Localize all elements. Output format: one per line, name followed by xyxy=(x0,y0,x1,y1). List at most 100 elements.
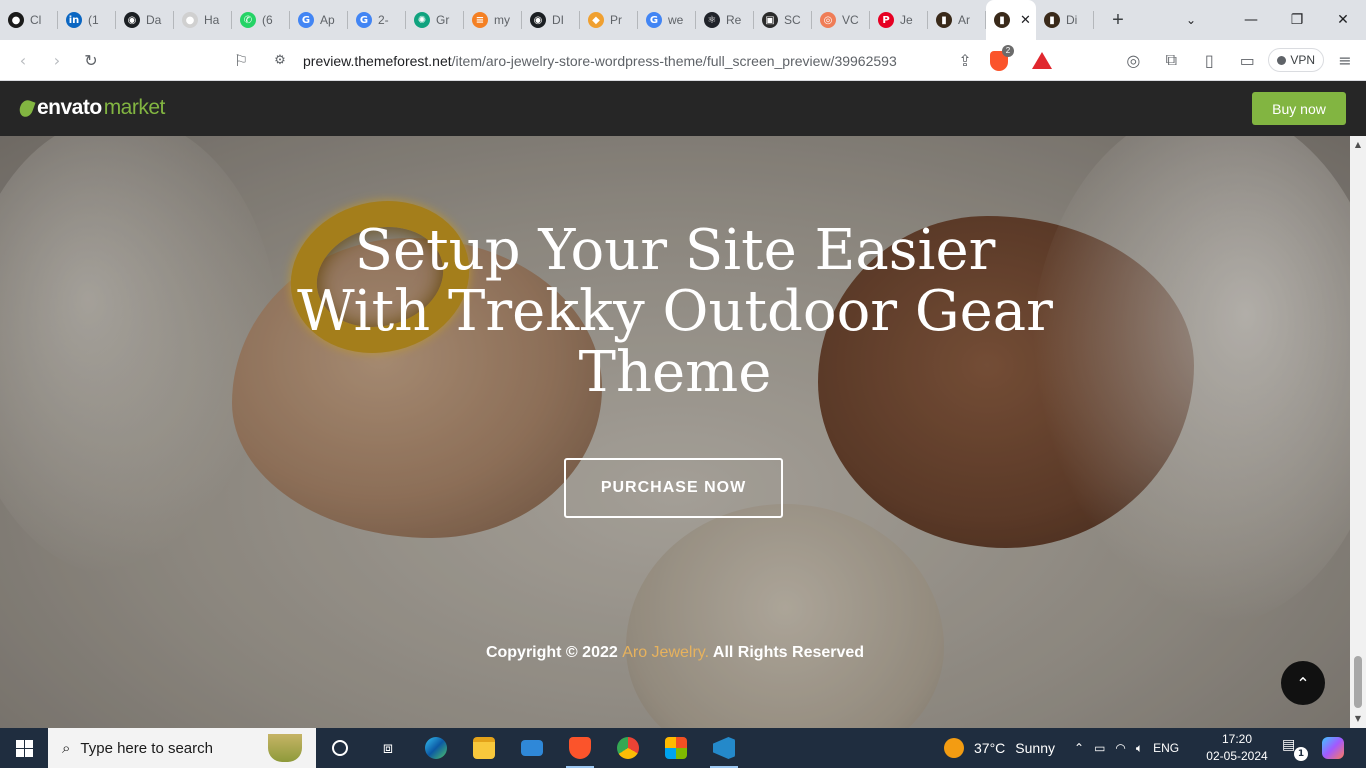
cortana-button[interactable] xyxy=(316,728,364,768)
browser-tab[interactable]: ✺ Gr xyxy=(406,0,464,40)
themeforest-icon: ▮ xyxy=(936,12,952,28)
address-bar[interactable]: ⚙ preview.themeforest.net/item/aro-jewel… xyxy=(265,44,1060,78)
browser-tab[interactable]: ≡ my xyxy=(464,0,522,40)
task-view-button[interactable]: ⧈ xyxy=(364,728,412,768)
url-text[interactable]: preview.themeforest.net/item/aro-jewelry… xyxy=(303,53,897,69)
scroll-to-top-button[interactable]: ⌃ xyxy=(1281,661,1325,705)
scroll-down-arrow-icon[interactable]: ▼ xyxy=(1350,712,1366,726)
scroll-up-arrow-icon[interactable]: ▲ xyxy=(1350,138,1366,152)
copyright-text: Copyright © 2022 Aro Jewelry. All Rights… xyxy=(0,644,1350,662)
tab-search-chevron-icon[interactable]: ⌄ xyxy=(1168,0,1214,40)
browser-tab[interactable]: ◉ Da xyxy=(116,0,174,40)
store-taskbar-button[interactable] xyxy=(652,728,700,768)
headline-line-2: With Trekky Outdoor Gear xyxy=(297,279,1053,344)
tray-chevron-up-icon[interactable]: ⌃ xyxy=(1074,741,1084,755)
upwork-icon: ● xyxy=(8,12,24,28)
tab-title: DI xyxy=(552,13,564,27)
browser-tab[interactable]: ▮ Di xyxy=(1036,0,1094,40)
system-tray: ⌃ ▭ ◠ 🔈︎ ENG xyxy=(1074,728,1179,768)
leo-ai-icon[interactable]: ◎ xyxy=(1116,43,1150,77)
tab-title: Ap xyxy=(320,13,335,27)
battery-icon[interactable]: ▭ xyxy=(1094,741,1105,755)
vpn-button[interactable]: VPN xyxy=(1268,48,1324,72)
site-settings-icon[interactable]: ⚙ xyxy=(265,53,295,68)
browser-tab[interactable]: G 2- xyxy=(348,0,406,40)
tab-title: VC xyxy=(842,13,859,27)
page-scrollbar[interactable]: ▲ ▼ xyxy=(1350,136,1366,728)
chrome-taskbar-button[interactable] xyxy=(604,728,652,768)
scrollbar-thumb[interactable] xyxy=(1354,656,1362,708)
store-icon xyxy=(665,737,687,759)
url-path: /item/aro-jewelry-store-wordpress-theme/… xyxy=(451,52,897,69)
browser-tab[interactable]: P Je xyxy=(870,0,928,40)
chatgpt-icon: ✺ xyxy=(414,12,430,28)
hero-section: Setup Your Site Easier With Trekky Outdo… xyxy=(0,136,1350,728)
notifications-button[interactable]: ▤ 1 xyxy=(1282,737,1308,761)
browser-tab[interactable]: ▮ ✕ xyxy=(986,0,1036,40)
tab-title: Ha xyxy=(204,13,220,27)
edge-icon xyxy=(425,737,447,759)
browser-tab[interactable]: ● Cl xyxy=(0,0,58,40)
tab-title: (1 xyxy=(88,13,99,27)
headline-line-3: Theme xyxy=(578,340,772,405)
browser-tab[interactable]: in (1 xyxy=(58,0,116,40)
browser-tab[interactable]: ● Ha xyxy=(174,0,232,40)
language-indicator[interactable]: ENG xyxy=(1153,741,1179,755)
volume-icon[interactable]: 🔈︎ xyxy=(1136,741,1143,756)
browser-tab[interactable]: ▣ SC xyxy=(754,0,812,40)
wifi-icon[interactable]: ◠ xyxy=(1115,741,1125,755)
screen-icon: ▣ xyxy=(762,12,778,28)
back-arrow-icon[interactable]: ‹ xyxy=(6,43,40,77)
purchase-now-button[interactable]: PURCHASE NOW xyxy=(564,458,783,518)
themeforest-icon: ▮ xyxy=(994,12,1010,28)
extensions-icon[interactable]: ⧉ xyxy=(1154,43,1188,77)
close-tab-icon[interactable]: ✕ xyxy=(1020,12,1031,28)
brave-rewards-icon[interactable] xyxy=(1032,52,1052,69)
window-controls: ⌄ — ❐ ✕ xyxy=(1168,0,1366,40)
chrome-icon xyxy=(617,737,639,759)
browser-tab[interactable]: ▮ Ar xyxy=(928,0,986,40)
brave-taskbar-button[interactable] xyxy=(556,728,604,768)
browser-tab[interactable]: Gwe xyxy=(638,0,696,40)
file-explorer-taskbar-button[interactable] xyxy=(460,728,508,768)
new-tab-button[interactable]: + xyxy=(1100,0,1136,40)
weather-widget[interactable]: 37°C Sunny xyxy=(944,728,1055,768)
tab-title: Da xyxy=(146,13,162,27)
google-icon: G xyxy=(646,12,662,28)
copilot-icon[interactable] xyxy=(1322,737,1344,759)
bookmark-icon[interactable]: ⚐ xyxy=(224,43,258,77)
taskbar-clock[interactable]: 17:20 02-05-2024 xyxy=(1206,731,1268,765)
buy-now-button[interactable]: Buy now xyxy=(1252,92,1346,125)
brave-shields-icon[interactable]: 2 xyxy=(990,44,1014,71)
address-bar-actions: ⇪ 2 xyxy=(948,44,1060,78)
envato-market-logo[interactable]: envato market xyxy=(17,96,165,120)
restore-button[interactable]: ❐ xyxy=(1274,0,1320,40)
menu-icon[interactable]: ≡ xyxy=(1328,43,1362,77)
sidebar-toggle-icon[interactable]: ▯ xyxy=(1192,43,1226,77)
mail-taskbar-button[interactable] xyxy=(508,728,556,768)
browser-tab[interactable]: ⚛ Re xyxy=(696,0,754,40)
browser-tab[interactable]: G Ap xyxy=(290,0,348,40)
clock-time: 17:20 xyxy=(1221,732,1253,746)
close-window-button[interactable]: ✕ xyxy=(1320,0,1366,40)
taskbar-search-box[interactable]: ⌕ Type here to search xyxy=(48,728,316,768)
vscode-taskbar-button[interactable] xyxy=(700,728,748,768)
forward-arrow-icon[interactable]: › xyxy=(40,43,74,77)
browser-toolbar: ‹ › ↻ ⚐ ⚙ preview.themeforest.net/item/a… xyxy=(0,40,1366,81)
browser-tab[interactable]: ◉ DI xyxy=(522,0,580,40)
browser-tab[interactable]: ◎ VC xyxy=(812,0,870,40)
github-icon: ◉ xyxy=(124,12,140,28)
share-icon[interactable]: ⇪ xyxy=(948,44,982,78)
tab-title: Je xyxy=(900,13,913,27)
windows-logo-icon xyxy=(15,739,33,757)
browser-tab[interactable]: ✆ (6 xyxy=(232,0,290,40)
edge-taskbar-button[interactable] xyxy=(412,728,460,768)
tab-title: Re xyxy=(726,13,742,27)
start-button[interactable] xyxy=(0,728,48,768)
minimize-button[interactable]: — xyxy=(1228,0,1274,40)
logo-word-envato: envato xyxy=(37,96,102,119)
copyright-brand-link[interactable]: Aro Jewelry. xyxy=(622,644,709,661)
browser-tab[interactable]: ◆ Pr xyxy=(580,0,638,40)
reload-icon[interactable]: ↻ xyxy=(74,43,108,77)
wallet-icon[interactable]: ▭ xyxy=(1230,43,1264,77)
